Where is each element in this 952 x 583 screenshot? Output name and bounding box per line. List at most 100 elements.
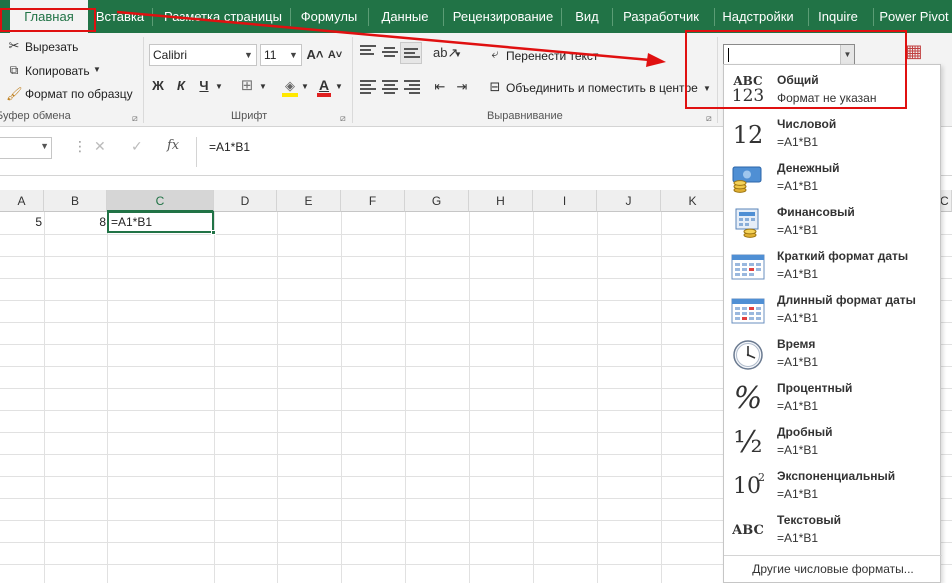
formula-bar-options-icon[interactable]: ⋮ xyxy=(73,138,87,155)
format-option-accounting[interactable]: Финансовый =A1*B1 xyxy=(724,201,942,245)
scissors-icon: ✂ xyxy=(8,38,20,53)
format-name: Экспоненциальный xyxy=(777,469,896,483)
name-box[interactable]: ▼ xyxy=(0,137,52,159)
format-sample: =A1*B1 xyxy=(777,443,819,457)
format-sample: =A1*B1 xyxy=(777,179,819,193)
borders-dropdown-arrow-icon[interactable]: ▼ xyxy=(258,77,268,97)
column-header-k[interactable]: K xyxy=(661,190,725,212)
format-option-fraction[interactable]: ½ Дробный =A1*B1 xyxy=(724,421,942,465)
fill-handle[interactable] xyxy=(211,230,216,235)
font-name-combo[interactable]: Calibri ▼ xyxy=(149,44,257,66)
column-header-c[interactable]: C xyxy=(107,190,214,212)
borders-icon[interactable]: ⊞ xyxy=(238,76,256,96)
format-option-currency[interactable]: Денежный =A1*B1 xyxy=(724,157,942,201)
fill-color-button[interactable]: ◈ xyxy=(280,78,300,98)
format-painter-button[interactable]: Формат по образцу xyxy=(25,87,133,101)
format-option-long-date[interactable]: Длинный формат даты =A1*B1 xyxy=(724,289,942,333)
merge-center-button[interactable]: Объединить и поместить в центре xyxy=(506,81,698,95)
column-header-i[interactable]: I xyxy=(533,190,597,212)
cut-button[interactable]: Вырезать xyxy=(25,40,78,54)
tab-power-pivot[interactable]: Power Pivot xyxy=(876,0,952,33)
align-top-icon[interactable] xyxy=(360,45,376,59)
format-sample: =A1*B1 xyxy=(777,135,819,149)
align-middle-icon[interactable] xyxy=(382,47,398,61)
underline-button[interactable]: Ч xyxy=(196,76,212,96)
number-format-dropdown: ABC 123 Общий Формат не указан 12 Числов… xyxy=(723,64,942,583)
format-sample: =A1*B1 xyxy=(777,311,819,325)
format-name: Текстовый xyxy=(777,513,841,527)
wrap-text-icon: ⤶ xyxy=(491,46,499,61)
shrink-font-icon[interactable]: A˅ xyxy=(326,45,344,65)
more-number-formats-link[interactable]: Другие числовые форматы... xyxy=(724,555,942,583)
tab-insert[interactable]: Вставка xyxy=(88,0,152,33)
format-option-scientific[interactable]: 10 2 Экспоненциальный =A1*B1 xyxy=(724,465,942,509)
align-left-icon[interactable] xyxy=(360,80,376,94)
format-name: Числовой xyxy=(777,117,837,131)
format-option-number[interactable]: 12 Числовой =A1*B1 xyxy=(724,113,942,157)
accounting-icon xyxy=(730,207,766,239)
column-header-g[interactable]: G xyxy=(405,190,469,212)
tab-inquire[interactable]: Inquire xyxy=(811,0,865,33)
column-header-f[interactable]: F xyxy=(341,190,405,212)
format-option-percent[interactable]: % Процентный =A1*B1 xyxy=(724,377,942,421)
format-painter-icon: 🖌 xyxy=(6,86,23,101)
font-size-combo[interactable]: 11 ▼ xyxy=(260,44,302,66)
column-header-e[interactable]: E xyxy=(277,190,341,212)
column-header-b[interactable]: B xyxy=(44,190,107,212)
fill-dropdown-arrow-icon[interactable]: ▼ xyxy=(300,77,310,97)
cell-a1[interactable]: 5 xyxy=(0,212,42,232)
text-abc-icon: ABC xyxy=(732,523,764,538)
scientific-icon: 10 2 xyxy=(733,471,765,499)
font-size-value: 11 xyxy=(264,48,277,62)
orientation-dropdown-arrow-icon[interactable]: ▼ xyxy=(453,45,463,65)
fraction-icon: ½ xyxy=(733,425,763,460)
calendar-long-icon xyxy=(730,295,766,327)
copy-button[interactable]: Копировать xyxy=(25,64,90,78)
tab-page-layout[interactable]: Разметка страницы xyxy=(156,0,290,33)
wrap-text-button[interactable]: Перенести текст xyxy=(506,49,598,63)
annotation-box-number-format xyxy=(685,30,907,109)
cancel-icon[interactable]: ✕ xyxy=(94,138,106,155)
format-option-time[interactable]: Время =A1*B1 xyxy=(724,333,942,377)
grow-font-icon[interactable]: A˄ xyxy=(306,45,324,65)
format-option-short-date[interactable]: Краткий формат даты =A1*B1 xyxy=(724,245,942,289)
copy-dropdown-arrow-icon[interactable]: ▼ xyxy=(91,60,103,80)
merge-center-icon: ⊟ xyxy=(489,79,501,94)
align-right-icon[interactable] xyxy=(404,80,420,94)
tab-developer[interactable]: Разработчик xyxy=(614,0,708,33)
currency-icon xyxy=(730,163,766,195)
tab-formulas[interactable]: Формулы xyxy=(292,0,366,33)
italic-button[interactable]: К xyxy=(173,76,189,96)
font-color-button[interactable]: A xyxy=(314,77,334,98)
tab-data[interactable]: Данные xyxy=(371,0,439,33)
annotation-box-home-tab xyxy=(0,8,96,32)
format-option-text[interactable]: ABC Текстовый =A1*B1 xyxy=(724,509,942,553)
tab-addins[interactable]: Надстройки xyxy=(716,0,800,33)
clipboard-launcher-icon[interactable]: ⧄ xyxy=(132,113,138,124)
insert-function-button[interactable]: fx xyxy=(167,138,179,153)
align-center-icon[interactable] xyxy=(382,80,398,94)
underline-dropdown-arrow-icon[interactable]: ▼ xyxy=(214,77,224,97)
increase-indent-icon[interactable]: ⇥ xyxy=(453,77,471,97)
chevron-down-icon: ▼ xyxy=(289,50,298,60)
align-bottom-button[interactable] xyxy=(400,42,422,64)
alignment-launcher-icon[interactable]: ⧄ xyxy=(706,113,712,124)
decrease-indent-icon[interactable]: ⇤ xyxy=(431,77,449,97)
orientation-icon[interactable]: ab↗ xyxy=(433,43,458,63)
font-color-dropdown-arrow-icon[interactable]: ▼ xyxy=(334,77,344,97)
clock-icon xyxy=(730,339,766,371)
align-bottom-icon xyxy=(404,48,420,62)
bold-button[interactable]: Ж xyxy=(150,76,166,96)
format-sample: =A1*B1 xyxy=(777,355,819,369)
column-header-h[interactable]: H xyxy=(469,190,533,212)
font-name-value: Calibri xyxy=(153,48,188,62)
tab-review[interactable]: Рецензирование xyxy=(447,0,559,33)
enter-check-icon[interactable]: ✓ xyxy=(131,138,143,155)
column-header-d[interactable]: D xyxy=(214,190,277,212)
format-name: Финансовый xyxy=(777,205,855,219)
font-launcher-icon[interactable]: ⧄ xyxy=(340,113,346,124)
column-header-j[interactable]: J xyxy=(597,190,661,212)
cell-b1[interactable]: 8 xyxy=(44,212,106,232)
tab-view[interactable]: Вид xyxy=(564,0,610,33)
column-header-a[interactable]: A xyxy=(0,190,44,212)
